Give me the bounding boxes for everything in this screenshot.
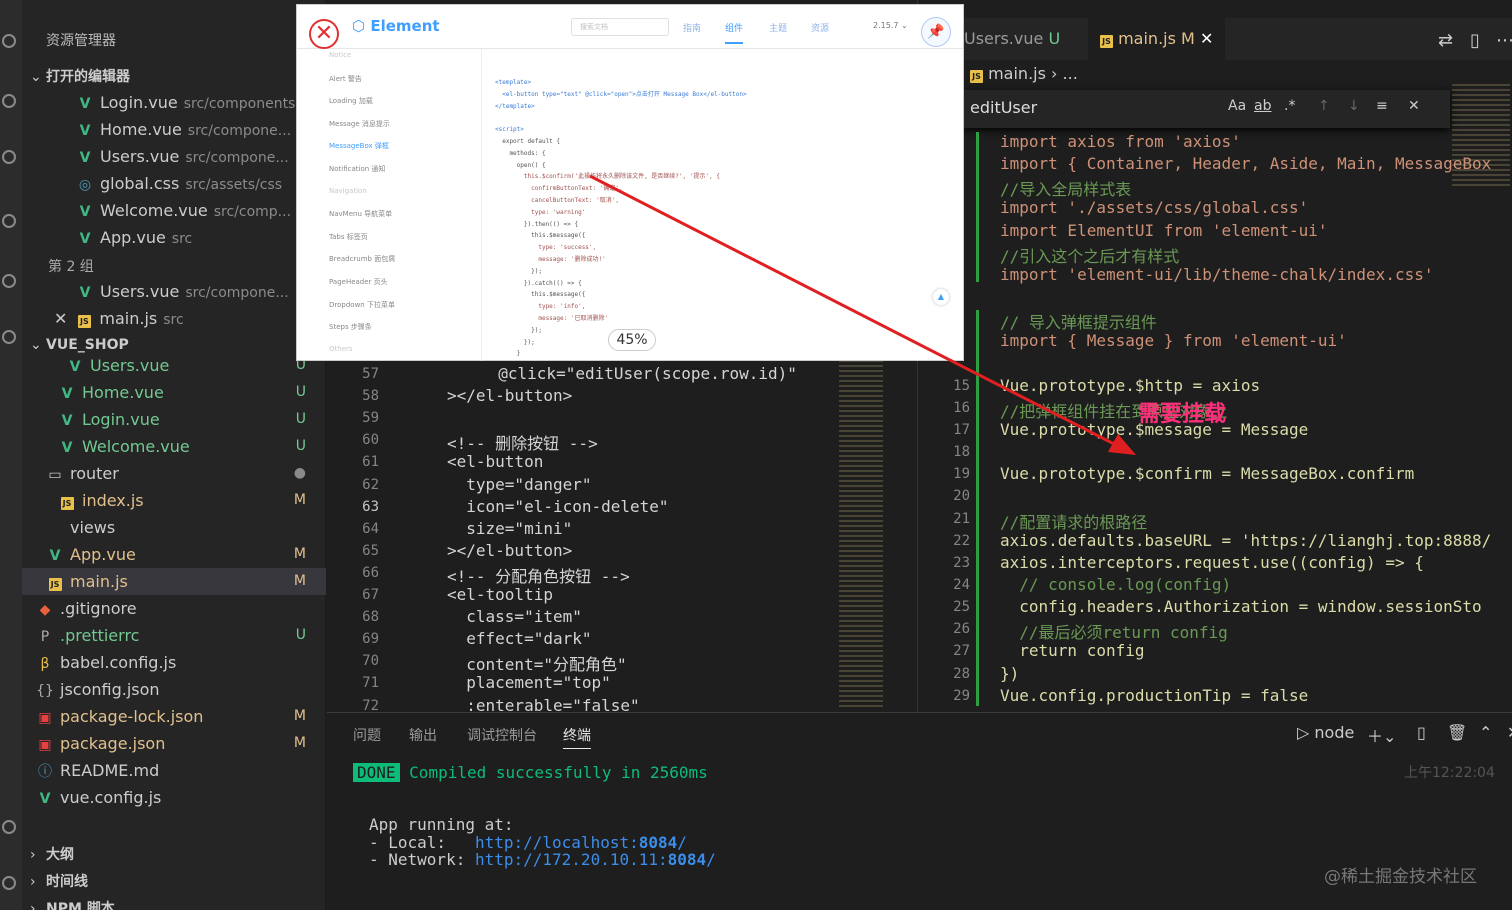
annotation-text: 需要挂载 xyxy=(1138,402,1227,427)
annotation-arrow xyxy=(589,174,1136,455)
watermark: @稀土掘金技术社区 xyxy=(1324,867,1477,887)
